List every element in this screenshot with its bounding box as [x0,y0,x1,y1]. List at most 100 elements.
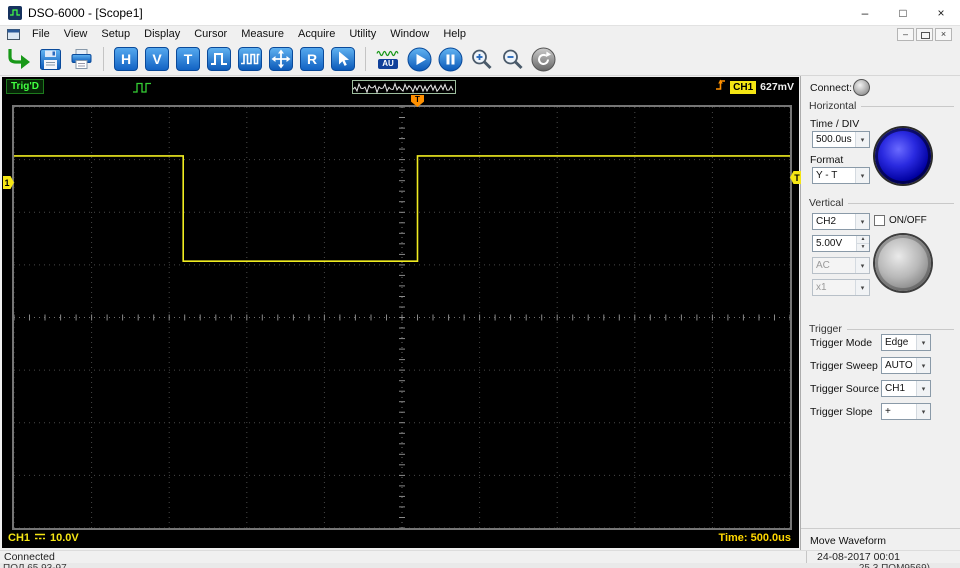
refresh-icon [531,47,556,72]
trigger-channel-badge: CH1 [730,81,756,94]
cursor-button[interactable] [329,45,357,73]
connect-label: Connect: [810,82,852,94]
chevron-down-icon: ▾ [855,214,869,229]
vertical-menu-button[interactable]: V [143,45,171,73]
onoff-label: ON/OFF [889,215,927,226]
horizontal-section-header: Horizontal [809,100,954,112]
toolbar: HVT R AU [0,43,960,76]
trigger-sweep-select-value: AUTO [885,360,913,371]
horizontal-menu-button-glyph: H [114,47,138,71]
control-panel: Connect: Horizontal Time / DIV 500.0us ▾… [800,76,960,550]
menu-help[interactable]: Help [436,26,473,43]
spinner-arrows-icon[interactable]: ▲▼ [856,236,869,251]
horizontal-menu-button[interactable]: H [112,45,140,73]
autoset-wave-icon: AU [376,49,400,69]
zoom-out-icon [500,47,525,72]
menu-setup[interactable]: Setup [94,26,137,43]
run-button[interactable] [405,45,433,73]
maximize-button[interactable]: □ [884,0,922,25]
record-button[interactable]: R [298,45,326,73]
menu-window[interactable]: Window [383,26,436,43]
trigger-menu-button[interactable]: T [174,45,202,73]
expand-button[interactable] [267,45,295,73]
menu-file[interactable]: File [25,26,57,43]
volts-div-stepper[interactable]: 5.00V ▲▼ [812,235,870,252]
mdi-close-button[interactable]: × [935,28,952,41]
trigger-menu-button-glyph: T [176,47,200,71]
app-window: DSO-6000 - [Scope1] – □ × FileViewSetupD… [0,0,960,568]
format-label: Format [810,154,843,166]
channel-label: CH1 [8,532,30,544]
vertical-knob[interactable] [875,235,931,291]
time-div-select[interactable]: 500.0us ▾ [812,131,870,148]
mdi-restore-button[interactable] [916,28,933,41]
trigger-source-select[interactable]: CH1▾ [881,380,931,397]
scope-display: Trig'D CH1 627mV 1 T T CH1 [2,77,799,548]
connect-indicator[interactable] [853,79,870,96]
vertical-channel-select[interactable]: CH2 ▾ [812,213,870,230]
menu-cursor[interactable]: Cursor [187,26,234,43]
probe-value: x1 [816,282,827,293]
trigger-info: CH1 627mV [715,79,794,95]
connection-status: Connected [0,551,806,563]
menu-bar: FileViewSetupDisplayCursorMeasureAcquire… [0,26,960,43]
trigger-sweep-select[interactable]: AUTO▾ [881,357,931,374]
chevron-down-icon: ▾ [855,280,869,295]
cursor-arrow-icon [331,47,355,71]
move-waveform-label: Move Waveform [810,535,886,547]
minimize-button[interactable]: – [846,0,884,25]
coupling-value: AC [816,260,830,271]
menu-utility[interactable]: Utility [342,26,383,43]
waveform-preview[interactable] [352,80,456,94]
status-bar: Connected 24-08-2017 00:01 [0,550,960,563]
trigger-mode-label: Trigger Mode [810,337,872,349]
menu-acquire[interactable]: Acquire [291,26,342,43]
checkbox-box[interactable] [874,215,885,226]
volts-div-value: 5.00V [816,238,842,249]
document-icon[interactable] [7,29,20,40]
trigger-mode-select[interactable]: Edge▾ [881,334,931,351]
scope-top-bar: Trig'D CH1 627mV [2,77,799,99]
autoset-button[interactable]: AU [374,45,402,73]
graticule [12,105,792,530]
dc-coupling-icon [34,532,46,544]
volts-per-div-readout: 10.0V [50,532,79,544]
vertical-channel-value: CH2 [816,216,836,227]
play-icon [407,47,432,72]
trigger-source-label: Trigger Source [810,383,879,395]
time-div-label: Time / DIV [810,118,859,130]
refresh-button[interactable] [529,45,557,73]
open-arrow-icon [6,47,32,71]
expand-arrows-icon [269,47,293,71]
format-value: Y - T [816,170,837,181]
horizontal-knob[interactable] [875,128,931,184]
zoom-in-icon [469,47,494,72]
close-button[interactable]: × [922,0,960,25]
pause-button[interactable] [436,45,464,73]
chevron-down-icon: ▾ [855,132,869,147]
trigger-edge-icon [715,78,726,96]
coupling-select[interactable]: AC ▾ [812,257,870,274]
zoom-in-button[interactable] [467,45,495,73]
pulse-waveform-icon [132,81,154,99]
trigger-slope-label: Trigger Slope [810,406,873,418]
probe-select[interactable]: x1 ▾ [812,279,870,296]
open-button[interactable] [5,45,33,73]
menu-measure[interactable]: Measure [234,26,291,43]
window-title: DSO-6000 - [Scope1] [28,6,143,20]
trigger-slope-select-value: + [885,406,891,417]
single-pulse-button[interactable] [205,45,233,73]
zoom-out-button[interactable] [498,45,526,73]
format-select[interactable]: Y - T ▾ [812,167,870,184]
save-button[interactable] [36,45,64,73]
trigger-slope-select[interactable]: +▾ [881,403,931,420]
mdi-minimize-button[interactable]: – [897,28,914,41]
app-icon [8,6,22,20]
channel-onoff-checkbox[interactable]: ON/OFF [874,215,927,226]
pulse-train-button[interactable] [236,45,264,73]
chevron-down-icon: ▾ [916,381,930,396]
menu-display[interactable]: Display [137,26,187,43]
menu-view[interactable]: View [57,26,95,43]
print-button[interactable] [67,45,95,73]
chevron-down-icon: ▾ [916,335,930,350]
